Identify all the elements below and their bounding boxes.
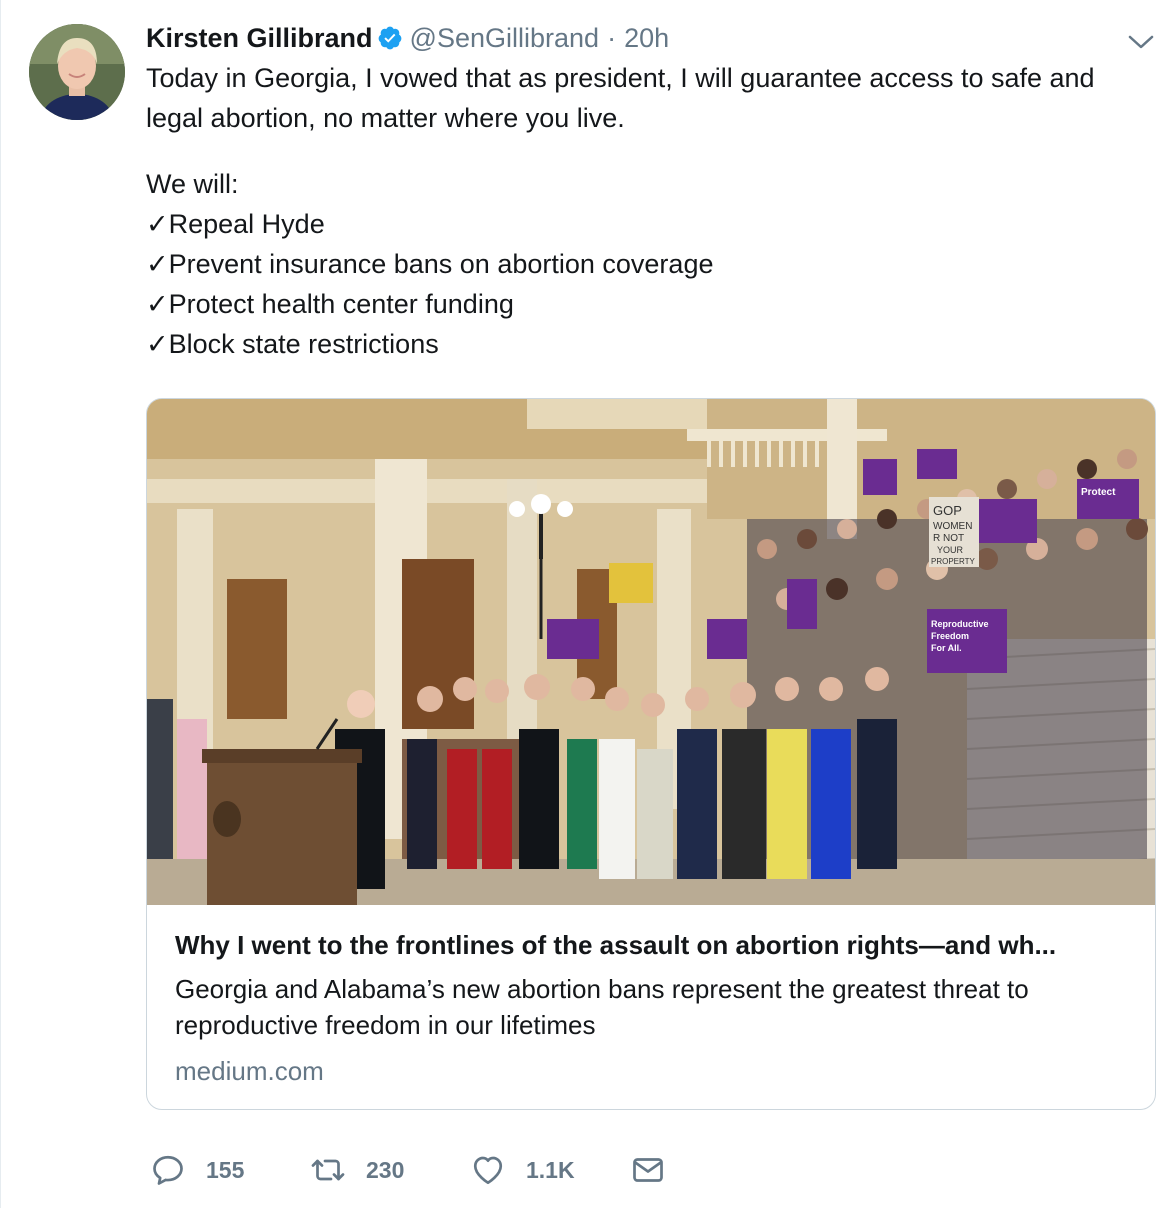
author-name[interactable]: Kirsten Gillibrand: [146, 23, 373, 54]
author-handle[interactable]: @SenGillibrand: [410, 23, 600, 54]
sign-text: Reproductive: [931, 619, 989, 629]
checklist-item: ✓Protect health center funding: [146, 289, 514, 319]
verified-badge-icon: [377, 25, 403, 51]
sign-text: For All.: [931, 643, 962, 653]
tweet-actions: 155 230 1.1K: [146, 1148, 706, 1192]
sign-text: R NOT: [933, 533, 964, 544]
tweet-text-we-will: We will:: [146, 169, 239, 199]
envelope-icon: [633, 1158, 663, 1182]
card-title[interactable]: Why I went to the frontlines of the assa…: [175, 927, 1135, 963]
reply-count: 155: [206, 1156, 245, 1183]
card-description: Georgia and Alabama’s new abortion bans …: [175, 974, 1029, 1040]
retweet-count: 230: [366, 1156, 405, 1183]
tweet: Kirsten Gillibrand @SenGillibrand · 20h …: [0, 0, 1176, 1208]
tweet-text: Today in Georgia, I vowed that as presid…: [146, 58, 1156, 364]
checklist-item: ✓Block state restrictions: [146, 329, 439, 359]
sign-text: GOP: [933, 503, 962, 518]
like-button[interactable]: 1.1K: [470, 1148, 575, 1192]
checklist-item: ✓Prevent insurance bans on abortion cove…: [146, 249, 714, 279]
retweet-icon: [311, 1159, 345, 1181]
direct-message-button[interactable]: [630, 1148, 666, 1192]
separator-dot: ·: [607, 22, 617, 53]
card-domain: medium.com: [175, 1056, 324, 1086]
card-photo[interactable]: GOP WOMEN R NOT YOUR PROPERTY Reproducti…: [147, 399, 1155, 905]
avatar[interactable]: [29, 24, 125, 120]
heart-icon: [473, 1156, 503, 1185]
retweet-button[interactable]: 230: [310, 1148, 404, 1192]
checklist-item: ✓Repeal Hyde: [146, 209, 325, 239]
tweet-header: Kirsten Gillibrand @SenGillibrand · 20h: [146, 20, 669, 56]
sign-text: PROPERTY: [931, 557, 976, 566]
sign-text: Freedom: [931, 631, 969, 641]
link-card[interactable]: GOP WOMEN R NOT YOUR PROPERTY Reproducti…: [146, 398, 1156, 1110]
sign-text: Protect: [1081, 487, 1116, 498]
reply-icon: [153, 1155, 183, 1185]
sign-text: YOUR: [937, 545, 964, 555]
like-count: 1.1K: [526, 1156, 575, 1183]
sign-text: WOMEN: [933, 521, 972, 532]
tweet-timestamp[interactable]: 20h: [624, 23, 669, 54]
card-text: Why I went to the frontlines of the assa…: [175, 927, 1135, 1089]
reply-button[interactable]: 155: [150, 1148, 244, 1192]
tweet-text-intro: Today in Georgia, I vowed that as presid…: [146, 63, 1095, 133]
chevron-down-icon[interactable]: [1127, 32, 1155, 52]
